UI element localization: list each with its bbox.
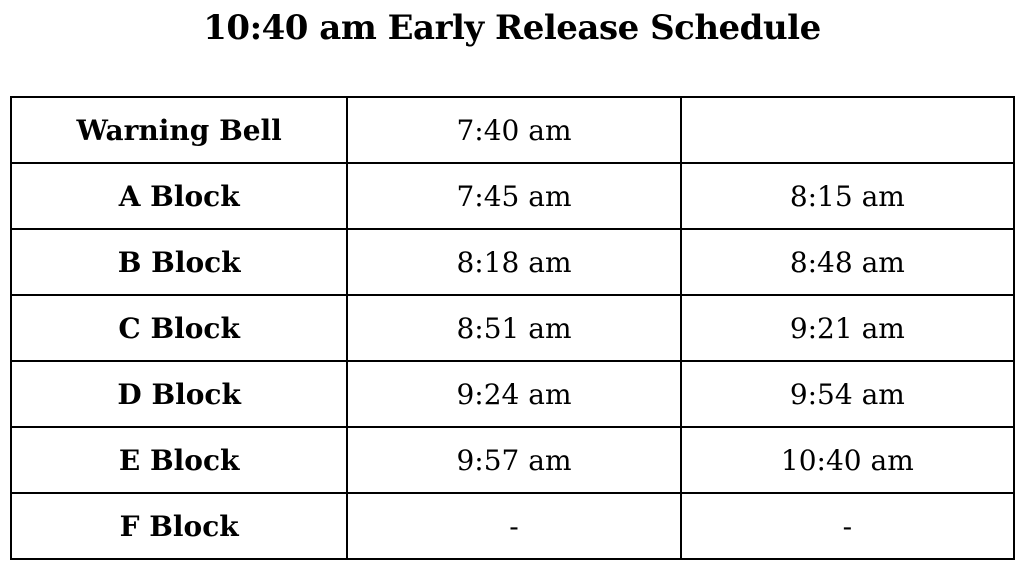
end-time: 8:15 am [679,162,1016,230]
start-time: 9:57 am [346,426,682,494]
end-time [679,96,1016,164]
start-time: 9:24 am [346,360,682,428]
block-label: A Block [9,162,349,230]
block-label: Warning Bell [9,96,349,164]
table-row: Warning Bell 7:40 am [9,96,1016,164]
table-row: F Block - - [9,492,1016,560]
end-time: - [679,492,1016,560]
schedule-table: Warning Bell 7:40 am A Block 7:45 am 8:1… [9,96,1016,560]
table-row: A Block 7:45 am 8:15 am [9,162,1016,230]
table-row: D Block 9:24 am 9:54 am [9,360,1016,428]
end-time: 10:40 am [679,426,1016,494]
table-row: B Block 8:18 am 8:48 am [9,228,1016,296]
block-label: C Block [9,294,349,362]
table-row: C Block 8:51 am 9:21 am [9,294,1016,362]
block-label: D Block [9,360,349,428]
start-time: 7:40 am [346,96,682,164]
end-time: 9:54 am [679,360,1016,428]
table-row: E Block 9:57 am 10:40 am [9,426,1016,494]
page-title: 10:40 am Early Release Schedule [203,8,821,48]
start-time: 8:51 am [346,294,682,362]
start-time: 8:18 am [346,228,682,296]
end-time: 8:48 am [679,228,1016,296]
block-label: B Block [9,228,349,296]
block-label: F Block [9,492,349,560]
end-time: 9:21 am [679,294,1016,362]
start-time: 7:45 am [346,162,682,230]
start-time: - [346,492,682,560]
block-label: E Block [9,426,349,494]
